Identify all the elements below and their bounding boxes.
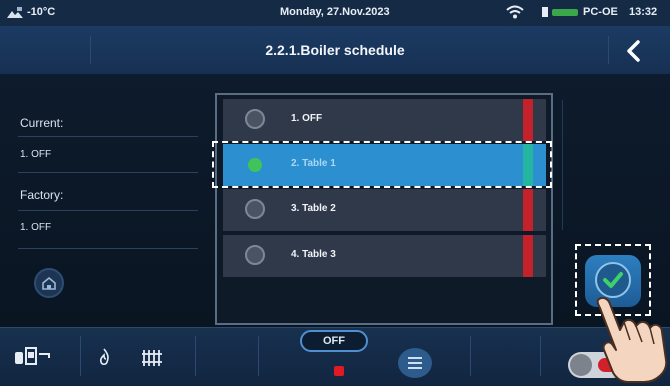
device-name: PC-OE	[583, 6, 618, 18]
toggle-thumb	[570, 354, 592, 376]
menu-icon	[408, 357, 422, 369]
pointer-hand-icon	[596, 296, 668, 383]
option-label: 3. Table 2	[291, 203, 336, 214]
factory-label: Factory:	[20, 188, 64, 202]
divider	[195, 336, 196, 376]
radio-button[interactable]	[245, 245, 265, 265]
divider	[562, 100, 563, 230]
current-value: 1. OFF	[20, 149, 52, 160]
status-strip	[523, 189, 533, 231]
option-label: 1. OFF	[291, 113, 323, 124]
option-row[interactable]: 3. Table 2	[223, 189, 546, 231]
divider	[540, 336, 541, 376]
option-label: 4. Table 3	[291, 249, 336, 260]
option-row[interactable]: 4. Table 3	[223, 235, 546, 277]
date-display: Monday, 27.Nov.2023	[280, 6, 390, 18]
status-indicator	[334, 366, 344, 376]
radiator-icon[interactable]	[140, 347, 164, 369]
back-button[interactable]	[613, 32, 657, 72]
mode-status-badge[interactable]: OFF	[300, 330, 368, 352]
factory-value: 1. OFF	[20, 222, 52, 233]
clock: 13:32	[629, 6, 658, 18]
divider	[18, 248, 198, 249]
divider	[18, 136, 198, 137]
menu-button[interactable]	[398, 348, 432, 378]
status-strip	[523, 235, 533, 277]
wifi-icon	[506, 5, 524, 19]
radio-button[interactable]	[245, 109, 265, 129]
divider	[470, 336, 471, 376]
outdoor-temperature: -10°C	[27, 6, 56, 18]
home-button[interactable]	[34, 268, 64, 298]
chevron-left-icon	[627, 40, 640, 62]
divider	[18, 210, 198, 211]
option-row[interactable]: 1. OFF	[223, 99, 546, 141]
radio-button[interactable]	[245, 199, 265, 219]
page-title: 2.2.1.Boiler schedule	[265, 42, 405, 58]
flame-icon[interactable]	[96, 347, 112, 369]
divider	[258, 336, 259, 376]
highlight-frame	[212, 141, 552, 188]
status-strip	[523, 99, 533, 141]
connection-icon	[542, 7, 578, 17]
title-bar: 2.2.1.Boiler schedule	[0, 26, 670, 75]
divider	[80, 336, 81, 376]
home-icon	[42, 276, 56, 290]
current-label: Current:	[20, 116, 64, 130]
boiler-icon[interactable]	[12, 344, 52, 370]
status-bar: -10°C Monday, 27.Nov.2023 PC-OE 13:32	[0, 0, 670, 26]
divider	[18, 172, 198, 173]
weather-icon	[7, 7, 23, 18]
